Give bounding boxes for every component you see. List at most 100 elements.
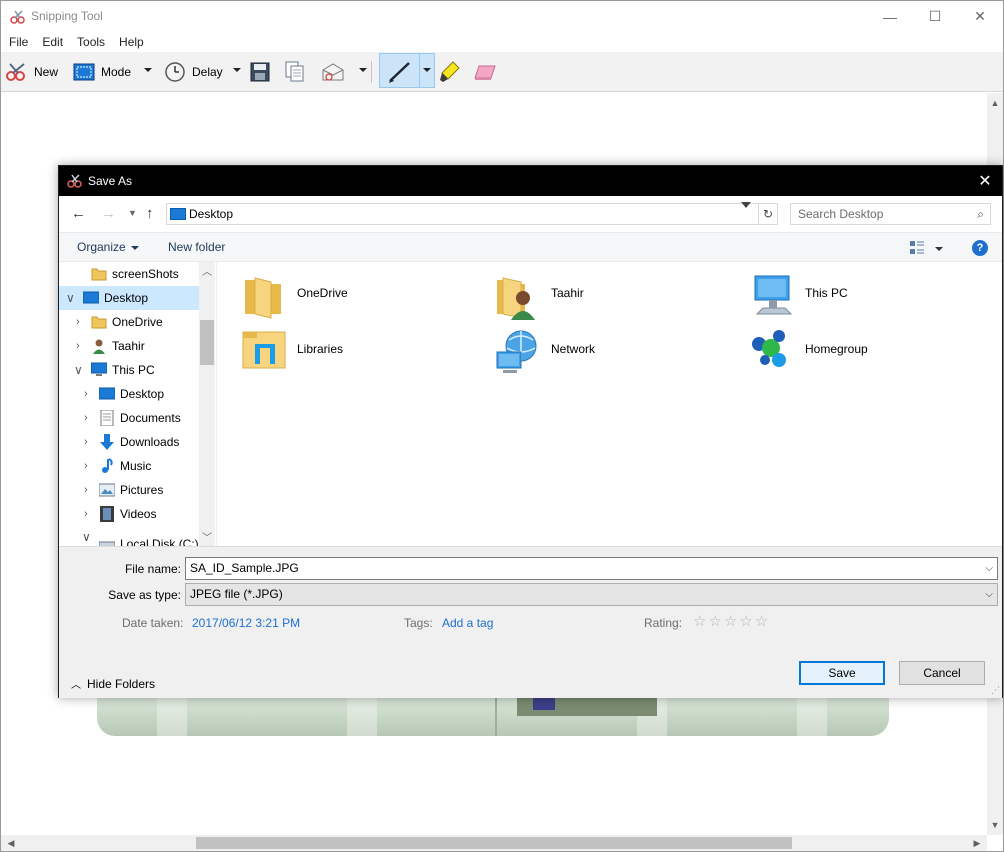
copy-icon bbox=[285, 61, 304, 82]
collapsed-chevron-icon[interactable]: › bbox=[84, 436, 88, 448]
nav-item-documents[interactable]: › Documents bbox=[59, 406, 199, 430]
view-options-icon[interactable] bbox=[910, 241, 924, 254]
toolbar: New Mode Delay bbox=[1, 52, 1003, 92]
nav-label: Taahir bbox=[112, 339, 145, 353]
mode-button[interactable]: Mode bbox=[73, 58, 131, 86]
mode-dropdown-arrow[interactable] bbox=[144, 68, 152, 72]
scroll-down-arrow[interactable]: ▼ bbox=[987, 817, 1003, 833]
copy-button[interactable] bbox=[285, 58, 305, 86]
highlighter-icon bbox=[440, 61, 460, 82]
scroll-up-arrow[interactable]: ▲ bbox=[987, 95, 1003, 111]
back-arrow-icon[interactable]: ← bbox=[71, 205, 86, 222]
pen-tool[interactable] bbox=[387, 58, 413, 86]
horizontal-scroll-thumb[interactable] bbox=[196, 837, 792, 849]
highlighter-button[interactable] bbox=[439, 58, 461, 86]
date-taken-value[interactable]: 2017/06/12 3:21 PM bbox=[192, 616, 300, 630]
file-item-libraries[interactable]: Libraries bbox=[241, 328, 461, 376]
maximize-button[interactable]: ☐ bbox=[912, 1, 958, 32]
nav-item-downloads[interactable]: › Downloads bbox=[59, 430, 199, 454]
nav-scroll-thumb[interactable] bbox=[200, 320, 214, 365]
hide-folders-button[interactable]: ︿ Hide Folders bbox=[71, 676, 155, 691]
minimize-button[interactable]: — bbox=[867, 1, 913, 32]
help-icon[interactable]: ? bbox=[972, 240, 988, 256]
collapsed-chevron-icon[interactable]: › bbox=[84, 460, 88, 472]
cancel-button[interactable]: Cancel bbox=[899, 661, 985, 685]
nav-scroll-down-icon[interactable]: ﹀ bbox=[199, 528, 215, 544]
menu-edit[interactable]: Edit bbox=[42, 32, 63, 52]
expanded-chevron-icon[interactable]: ∨ bbox=[66, 291, 75, 305]
scroll-left-arrow[interactable]: ◀ bbox=[3, 835, 19, 851]
clock-icon bbox=[165, 62, 185, 82]
nav-scroll-up-icon[interactable]: ︿ bbox=[199, 262, 215, 278]
delay-dropdown-arrow[interactable] bbox=[233, 68, 241, 72]
pen-dropdown-arrow[interactable] bbox=[423, 68, 431, 72]
address-dropdown-icon[interactable] bbox=[741, 202, 751, 208]
expanded-chevron-icon[interactable]: ∨ bbox=[82, 530, 91, 544]
collapsed-chevron-icon[interactable]: › bbox=[84, 388, 88, 400]
collapsed-chevron-icon[interactable]: › bbox=[76, 340, 80, 352]
address-box[interactable]: Desktop bbox=[166, 203, 778, 225]
music-icon bbox=[102, 458, 113, 473]
file-label: Libraries bbox=[297, 342, 344, 356]
nav-item-local-disk[interactable]: ∨ Local Disk (C:) bbox=[59, 526, 199, 546]
file-name-field[interactable]: SA_ID_Sample.JPG ⌵ bbox=[185, 557, 998, 580]
organize-label: Organize bbox=[77, 240, 126, 254]
file-item-onedrive[interactable]: OneDrive bbox=[241, 272, 461, 320]
file-label: Network bbox=[551, 342, 596, 356]
collapsed-chevron-icon[interactable]: › bbox=[84, 508, 88, 520]
rating-stars[interactable]: ☆☆☆☆☆ bbox=[693, 612, 770, 630]
rating-label: Rating: bbox=[644, 616, 683, 630]
eraser-button[interactable] bbox=[473, 58, 497, 86]
desktop-icon bbox=[83, 291, 99, 304]
file-item-network[interactable]: Network bbox=[495, 328, 715, 376]
file-item-taahir[interactable]: Taahir bbox=[495, 272, 715, 320]
refresh-icon[interactable]: ↻ bbox=[758, 203, 778, 225]
new-snip-button[interactable]: New bbox=[6, 58, 58, 86]
send-snip-button[interactable] bbox=[321, 58, 345, 86]
scroll-right-arrow[interactable]: ▶ bbox=[969, 835, 985, 851]
nav-item-onedrive[interactable]: › OneDrive bbox=[59, 310, 199, 334]
recent-locations-chevron-icon[interactable]: ▼ bbox=[128, 208, 137, 218]
collapsed-chevron-icon[interactable]: › bbox=[84, 412, 88, 424]
organize-button[interactable]: Organize bbox=[77, 240, 139, 254]
file-item-homegroup[interactable]: Homegroup bbox=[749, 328, 969, 376]
nav-item-desktop[interactable]: ∨ Desktop bbox=[59, 286, 199, 310]
nav-scrollbar[interactable]: ︿ ﹀ bbox=[199, 262, 215, 546]
mode-label: Mode bbox=[101, 65, 132, 79]
collapsed-chevron-icon[interactable]: › bbox=[84, 484, 88, 496]
delay-button[interactable]: Delay bbox=[164, 58, 223, 86]
nav-item-pc-desktop[interactable]: › Desktop bbox=[59, 382, 199, 406]
nav-item-videos[interactable]: › Videos bbox=[59, 502, 199, 526]
menu-tools[interactable]: Tools bbox=[77, 32, 105, 52]
chevron-down-icon[interactable]: ⌵ bbox=[985, 563, 993, 574]
send-dropdown-arrow[interactable] bbox=[359, 68, 367, 72]
horizontal-scrollbar[interactable]: ◀ ▶ bbox=[1, 835, 987, 851]
nav-item-taahir[interactable]: › Taahir bbox=[59, 334, 199, 358]
up-arrow-icon[interactable]: ↑ bbox=[146, 205, 154, 222]
save-button[interactable]: Save bbox=[799, 661, 885, 685]
save-type-label: Save as type: bbox=[108, 588, 181, 602]
nav-item-screenshots[interactable]: screenShots bbox=[59, 262, 199, 286]
menu-help[interactable]: Help bbox=[119, 32, 144, 52]
command-bar: Organize New folder ? bbox=[59, 232, 1002, 262]
search-input[interactable]: Search Desktop ⌕ bbox=[790, 203, 991, 225]
collapsed-chevron-icon[interactable]: › bbox=[76, 316, 80, 328]
expanded-chevron-icon[interactable]: ∨ bbox=[74, 363, 83, 377]
user-folder-icon bbox=[497, 277, 535, 320]
nav-item-music[interactable]: › Music bbox=[59, 454, 199, 478]
file-item-this-pc[interactable]: This PC bbox=[749, 272, 969, 320]
close-window-button[interactable]: ✕ bbox=[957, 1, 1003, 32]
dialog-close-button[interactable]: ✕ bbox=[968, 166, 1002, 196]
save-type-select[interactable]: JPEG file (*.JPG) ⌵ bbox=[185, 583, 998, 606]
nav-item-this-pc[interactable]: ∨ This PC bbox=[59, 358, 199, 382]
menu-file[interactable]: File bbox=[9, 32, 28, 52]
save-snip-button[interactable] bbox=[250, 58, 270, 86]
add-tag-link[interactable]: Add a tag bbox=[442, 616, 493, 630]
nav-item-pictures[interactable]: › Pictures bbox=[59, 478, 199, 502]
search-icon: ⌕ bbox=[977, 207, 984, 221]
floppy-disk-icon bbox=[250, 62, 270, 82]
resize-grip-icon[interactable]: ⋰ bbox=[991, 685, 1000, 696]
view-dropdown-icon[interactable] bbox=[935, 247, 943, 251]
forward-arrow-icon[interactable]: → bbox=[101, 205, 116, 222]
new-folder-button[interactable]: New folder bbox=[168, 240, 225, 254]
